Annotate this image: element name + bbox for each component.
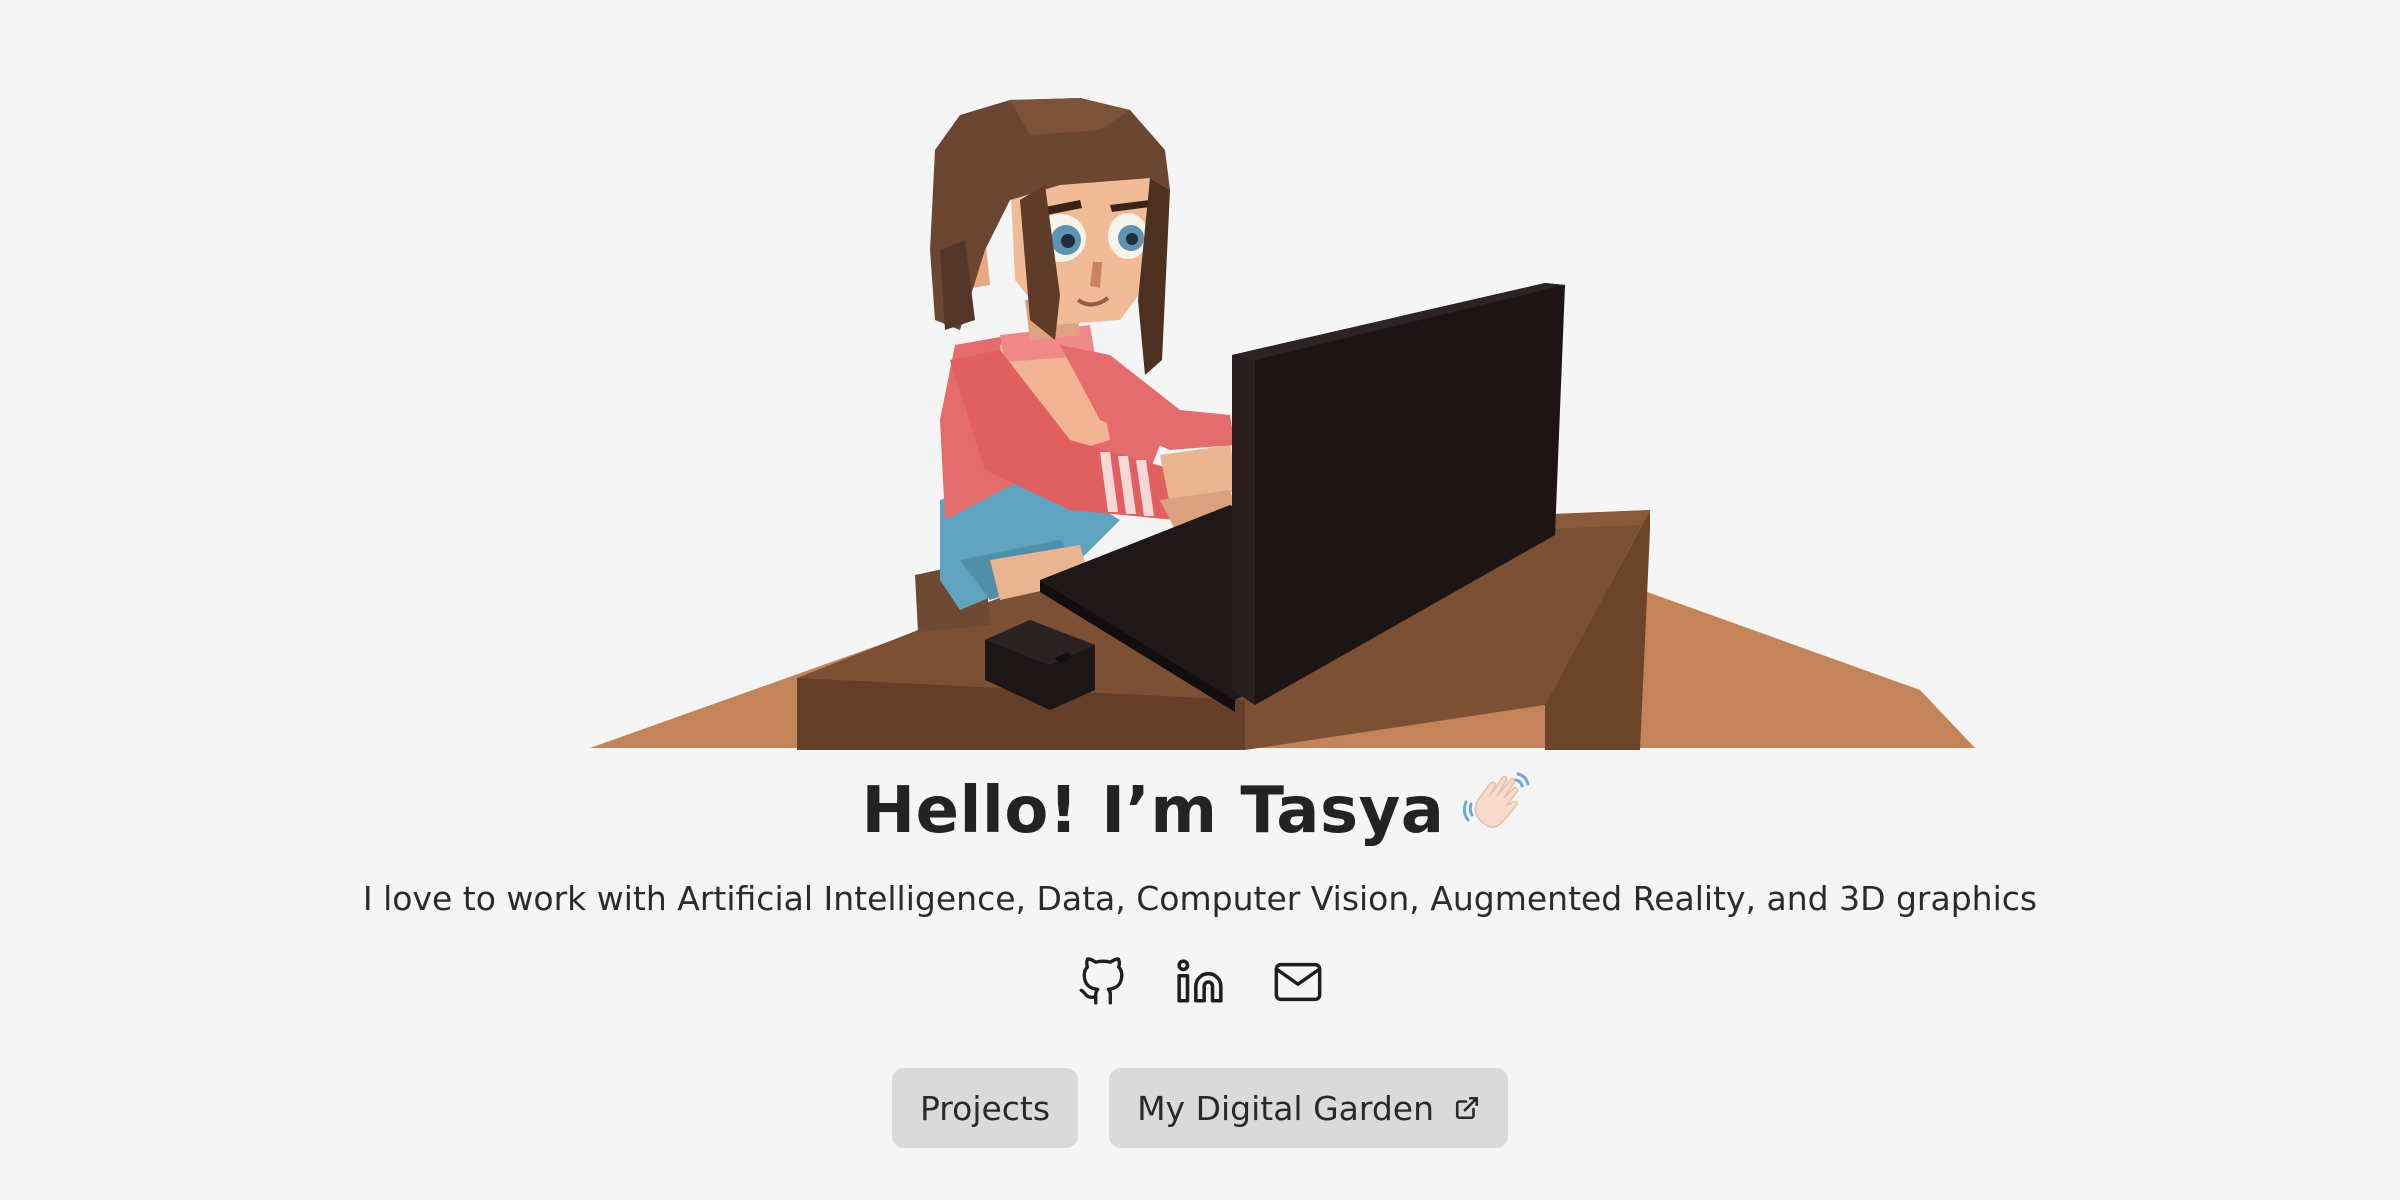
linkedin-icon [1177, 959, 1223, 1003]
social-links [0, 955, 2400, 1009]
github-icon [1079, 957, 1124, 1005]
linkedin-link[interactable] [1173, 955, 1227, 1009]
waving-hand-icon [1458, 764, 1538, 844]
external-link-icon [1455, 1096, 1479, 1120]
projects-button-label: Projects [919, 1088, 1051, 1128]
girl-at-laptop-illustration [590, 98, 1975, 750]
hero-title-text: Hello! I’m Tasya [861, 774, 1445, 848]
cta-buttons: Projects My Digital Garden [0, 1068, 2400, 1148]
hero-3d-illustration [0, 0, 2400, 750]
digital-garden-button[interactable]: My Digital Garden [1109, 1068, 1509, 1148]
hero-title: Hello! I’m Tasya [0, 764, 2400, 856]
projects-button[interactable]: Projects [891, 1068, 1079, 1148]
mail-icon [1274, 962, 1322, 1002]
digital-garden-button-label: My Digital Garden [1137, 1088, 1435, 1128]
landing-page: Hello! I’m Tasya I love to work with Art… [0, 0, 2400, 1200]
hero-subtitle: I love to work with Artificial Intellige… [362, 879, 2038, 918]
email-link[interactable] [1271, 955, 1325, 1009]
github-link[interactable] [1075, 955, 1129, 1009]
